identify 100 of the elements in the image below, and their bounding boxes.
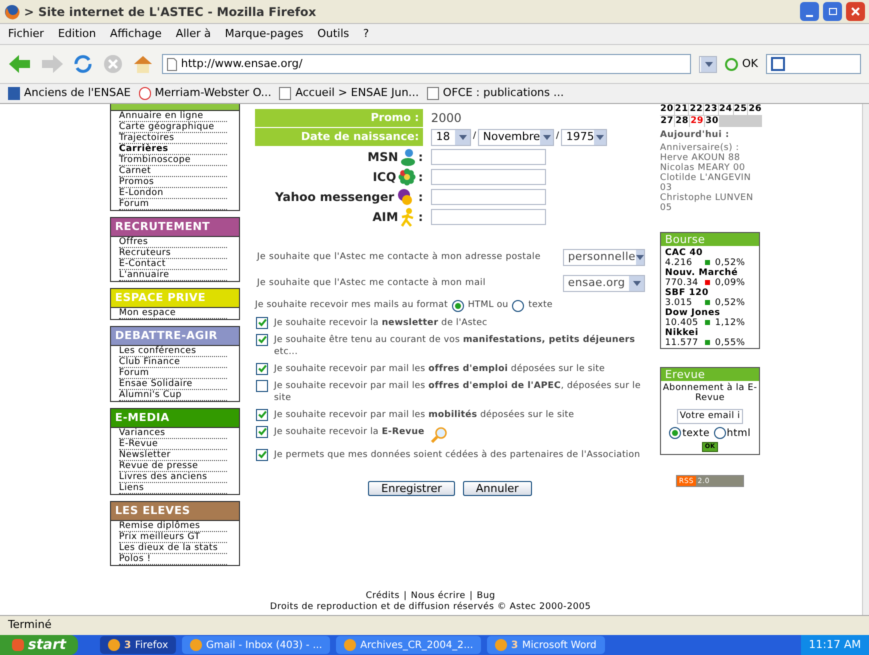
- messenger-field[interactable]: [431, 208, 546, 224]
- calendar-day[interactable]: 22: [689, 104, 704, 115]
- messenger-label: ICQ: [372, 168, 396, 186]
- footer-link[interactable]: Bug: [476, 591, 496, 602]
- radio-button[interactable]: [669, 427, 682, 439]
- radio-button[interactable]: [714, 427, 726, 439]
- menu-item[interactable]: ?: [363, 26, 369, 42]
- home-icon[interactable]: [132, 53, 154, 75]
- year-dropdown[interactable]: 1975: [561, 128, 608, 146]
- option-text: Je permets que mes données soient cédées à des partenaires de l'Association: [274, 448, 640, 460]
- calendar-day[interactable]: 21: [674, 104, 688, 115]
- start-button[interactable]: start: [0, 635, 78, 655]
- sidebar-link[interactable]: Promos: [119, 177, 154, 187]
- restore-button[interactable]: [823, 2, 842, 21]
- menu-item[interactable]: Affichage: [110, 26, 162, 42]
- calendar-day[interactable]: 29: [690, 116, 704, 127]
- search-field[interactable]: [766, 54, 861, 74]
- url-dropdown[interactable]: [699, 56, 718, 72]
- calendar-day[interactable]: 24: [718, 104, 733, 115]
- menu-item[interactable]: Edition: [58, 26, 96, 42]
- sidebar-link[interactable]: Forum: [119, 368, 150, 378]
- sidebar-link[interactable]: Trajectoires: [119, 133, 174, 143]
- sidebar-link[interactable]: Recruteurs: [119, 248, 171, 258]
- calendar-day[interactable]: 20: [660, 104, 674, 115]
- menu-item[interactable]: Fichier: [8, 26, 44, 42]
- day-dropdown[interactable]: 18: [431, 128, 471, 146]
- calendar-day[interactable]: 26: [748, 104, 762, 115]
- calendar-day[interactable]: 23: [704, 104, 718, 115]
- messenger-field[interactable]: [431, 168, 546, 184]
- reload-icon[interactable]: [72, 53, 94, 75]
- email-field[interactable]: Votre email i: [676, 408, 744, 424]
- checkbox[interactable]: [256, 448, 268, 460]
- sidebar-link[interactable]: Carrières: [119, 144, 168, 154]
- bookmark[interactable]: OFCE : publications ...: [426, 85, 564, 102]
- form-button[interactable]: Annuler: [462, 480, 532, 496]
- checkbox[interactable]: [256, 380, 268, 392]
- bookmark[interactable]: Merriam-Webster O...: [138, 85, 272, 102]
- checkbox[interactable]: [256, 362, 268, 374]
- erevue-text: Abonnement à la E-Revue: [662, 382, 758, 402]
- sidebar-link[interactable]: Ensae Solidaire: [119, 379, 192, 389]
- footer-link[interactable]: Crédits: [366, 591, 400, 602]
- bookmark[interactable]: Anciens de l'ENSAE: [8, 85, 131, 102]
- calendar-day[interactable]: 25: [734, 104, 748, 115]
- scrollbar[interactable]: [862, 104, 869, 615]
- checkbox[interactable]: [256, 334, 268, 346]
- index-value: 770.34: [665, 278, 700, 288]
- sidebar-link[interactable]: Liens: [119, 483, 144, 493]
- messenger-field[interactable]: [431, 148, 546, 164]
- checkbox[interactable]: [256, 316, 268, 328]
- sidebar-link[interactable]: Offres: [119, 237, 148, 247]
- menu-item[interactable]: Outils: [317, 26, 350, 42]
- calendar-day[interactable]: 30: [705, 116, 719, 127]
- taskbar-button[interactable]: Gmail - Inbox (403) - ...: [182, 636, 330, 654]
- address-field[interactable]: http://www.ensae.org/: [162, 54, 692, 74]
- sidebar-link[interactable]: Carnet: [119, 166, 151, 176]
- taskbar-button[interactable]: 3 Microsoft Word: [487, 636, 604, 654]
- minimize-button[interactable]: [800, 2, 819, 21]
- sidebar-link[interactable]: E-Contact: [119, 259, 166, 269]
- sidebar-link[interactable]: Mon espace: [119, 308, 176, 318]
- month-dropdown[interactable]: Novembre: [478, 128, 554, 146]
- messenger-field[interactable]: [431, 188, 546, 204]
- sidebar-link[interactable]: E-Revue: [119, 439, 158, 449]
- bookmark[interactable]: Accueil > ENSAE Jun...: [279, 85, 419, 102]
- calendar-day[interactable]: 27: [660, 116, 674, 127]
- radio-button[interactable]: [512, 300, 524, 312]
- checkbox[interactable]: [256, 426, 268, 438]
- sidebar-link[interactable]: Livres des anciens: [119, 472, 208, 482]
- contact-label: Je souhaite que l'Astec me contacte à mon adresse postale: [257, 250, 541, 264]
- sidebar-link[interactable]: Forum: [119, 199, 150, 209]
- sidebar-link[interactable]: Les conférences: [119, 346, 196, 356]
- form-button[interactable]: Enregistrer: [368, 480, 455, 496]
- index-change: 1,12%: [715, 318, 746, 328]
- back-arrow-icon[interactable]: [8, 53, 32, 75]
- close-button[interactable]: [846, 2, 865, 21]
- sidebar-link[interactable]: Club Finance: [119, 357, 180, 367]
- footer-link[interactable]: Nous écrire: [410, 591, 466, 602]
- sidebar-link[interactable]: Newsletter: [119, 450, 171, 460]
- separator: |: [404, 591, 407, 602]
- radio-button[interactable]: [452, 300, 464, 312]
- sidebar-link[interactable]: E-London: [119, 188, 164, 198]
- taskbar-button[interactable]: Archives_CR_2004_2...: [336, 636, 482, 654]
- menu-item[interactable]: Aller à: [176, 26, 211, 42]
- go-button[interactable]: OK: [725, 56, 758, 72]
- sidebar-link[interactable]: Revue de presse: [119, 461, 198, 471]
- sidebar-link[interactable]: Remise diplômes: [119, 521, 200, 531]
- sidebar-link[interactable]: Les dieux de la stats: [119, 543, 218, 553]
- sidebar-link[interactable]: Polos !: [119, 554, 151, 564]
- sidebar-link[interactable]: Carte géographique: [119, 122, 214, 132]
- contact-dropdown[interactable]: personnelle: [563, 249, 645, 266]
- sidebar-link[interactable]: Annuaire en ligne: [119, 111, 204, 121]
- sidebar-link[interactable]: Variances: [119, 428, 166, 438]
- taskbar-button[interactable]: 3 Firefox: [100, 636, 176, 654]
- contact-dropdown[interactable]: ensae.org: [563, 275, 645, 292]
- sidebar-link[interactable]: Trombinoscope: [119, 155, 191, 165]
- menu-item[interactable]: Marque-pages: [224, 26, 304, 42]
- checkbox[interactable]: [256, 408, 268, 420]
- calendar-day[interactable]: 28: [675, 116, 689, 127]
- sidebar-link[interactable]: Prix meilleurs GT: [119, 532, 200, 542]
- sidebar-link[interactable]: L'annuaire: [119, 270, 170, 280]
- sidebar-link[interactable]: Alumni's Cup: [119, 390, 182, 400]
